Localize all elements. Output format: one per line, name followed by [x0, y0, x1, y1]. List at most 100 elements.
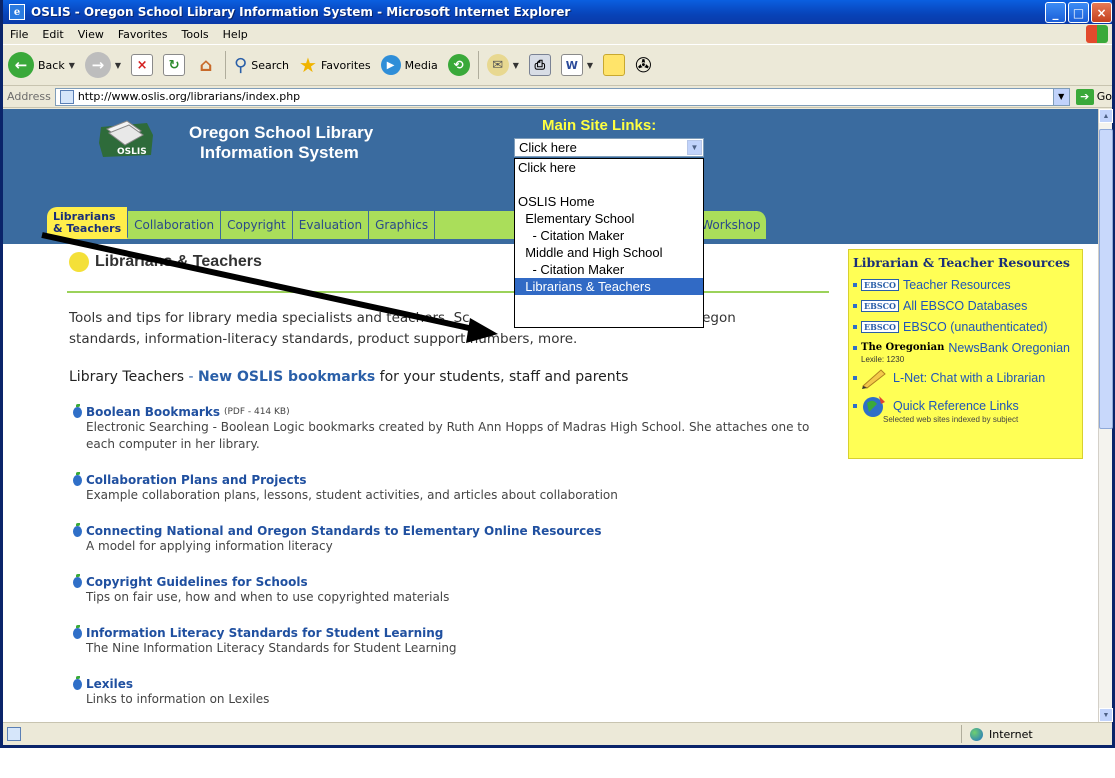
dropdown-option[interactable]: Middle and High School	[515, 244, 703, 261]
back-button[interactable]: ← Back ▼	[3, 48, 80, 82]
note-icon	[603, 54, 626, 76]
back-label: Back	[38, 58, 65, 72]
sidebar-link-label[interactable]: Teacher Resources	[903, 278, 1011, 292]
chevron-down-icon[interactable]: ▼	[115, 61, 121, 70]
sidebar-links: EBSCO Teacher Resources EBSCO All EBSCO Dat…	[853, 274, 1082, 424]
search-button[interactable]: ⚲ Search	[229, 48, 294, 82]
library-teachers-line: Library Teachers - New OSLIS bookmarks f…	[69, 369, 628, 385]
dropdown-option[interactable]	[515, 176, 703, 193]
sidebar-link[interactable]: EBSCO All EBSCO Databases	[853, 295, 1082, 316]
title-bullet-icon	[69, 252, 89, 272]
chevron-down-icon[interactable]: ▼	[587, 61, 593, 70]
item-title[interactable]: Lexiles	[86, 677, 133, 691]
dropdown-option[interactable]: - Citation Maker	[515, 227, 703, 244]
file-size: (PDF - 414 KB)	[223, 407, 290, 417]
chevron-down-icon[interactable]: ▼	[513, 61, 519, 70]
scroll-thumb[interactable]	[1099, 129, 1113, 429]
dropdown-option[interactable]: Elementary School	[515, 210, 703, 227]
oslis-logo[interactable]: OSLIS	[97, 115, 157, 159]
chevron-down-icon[interactable]: ▼	[69, 61, 75, 70]
sidebar-link-label[interactable]: NewsBank Oregonian	[948, 341, 1070, 355]
toolbar-separator	[225, 51, 227, 79]
tab-collaboration[interactable]: Collaboration	[128, 211, 222, 239]
item-link[interactable]: Copyright Guidelines for Schools	[73, 573, 813, 589]
media-button[interactable]: ▶ Media	[376, 48, 443, 82]
address-input[interactable]: http://www.oslis.org/librarians/index.ph…	[54, 87, 1070, 106]
bullet-icon	[853, 345, 857, 350]
item-link[interactable]: Collaboration Plans and Projects	[73, 471, 813, 487]
dropdown-option[interactable]: Click here	[515, 159, 703, 176]
item-link[interactable]: Connecting National and Oregon Standards…	[73, 522, 813, 538]
tab-graphics[interactable]: Graphics	[369, 211, 436, 239]
sidebar-link[interactable]: EBSCO EBSCO (unauthenticated)	[853, 316, 1082, 337]
sidebar-link-label[interactable]: EBSCO (unauthenticated)	[903, 320, 1048, 334]
forward-button[interactable]: → ▼	[80, 48, 126, 82]
tab-workshop[interactable]: Workshop	[695, 211, 768, 239]
item-title[interactable]: Boolean Bookmarks	[86, 405, 220, 419]
ebsco-logo: EBSCO	[861, 278, 899, 291]
dropdown-option[interactable]: Librarians & Teachers	[515, 278, 703, 295]
window-title: OSLIS - Oregon School Library Informatio…	[31, 5, 571, 19]
home-button[interactable]: ⌂	[190, 48, 222, 82]
sidebar-link[interactable]: L-Net: Chat with a Librarian	[853, 364, 1082, 392]
item-title[interactable]: Collaboration Plans and Projects	[86, 473, 307, 487]
sidebar-link-label[interactable]: All EBSCO Databases	[903, 299, 1027, 313]
search-icon: ⚲	[234, 54, 248, 76]
menu-tools[interactable]: Tools	[175, 28, 216, 41]
site-name: Oregon School Library Information System	[189, 123, 373, 163]
menu-favorites[interactable]: Favorites	[111, 28, 175, 41]
item-title[interactable]: Information Literacy Standards for Stude…	[86, 626, 443, 640]
menu-view[interactable]: View	[71, 28, 111, 41]
scroll-down-icon[interactable]: ▼	[1099, 708, 1113, 722]
media-label: Media	[404, 58, 438, 72]
history-button[interactable]: ⟲	[443, 48, 475, 82]
item-link[interactable]: Information Literacy Standards for Stude…	[73, 624, 813, 640]
item-link[interactable]: Lexiles	[73, 675, 813, 691]
discuss-button[interactable]	[598, 48, 630, 82]
item-title[interactable]: Copyright Guidelines for Schools	[86, 575, 308, 589]
minimize-button[interactable]: _	[1045, 2, 1066, 23]
dropdown-option[interactable]: OSLIS Home	[515, 193, 703, 210]
vertical-scrollbar[interactable]: ▲ ▼	[1098, 109, 1113, 722]
tab-copyright[interactable]: Copyright	[221, 211, 293, 239]
menu-help[interactable]: Help	[216, 28, 255, 41]
edit-button[interactable]: W ▼	[556, 48, 598, 82]
tab-evaluation[interactable]: Evaluation	[292, 211, 370, 239]
chevron-down-icon[interactable]: ▼	[687, 140, 702, 155]
globe-icon	[970, 727, 983, 741]
dropdown-option[interactable]: - Citation Maker	[515, 261, 703, 278]
menu-file[interactable]: File	[3, 28, 35, 41]
main-links-select[interactable]: Click here ▼	[514, 138, 704, 157]
go-button[interactable]: ➔ Go	[1075, 88, 1112, 105]
favorites-button[interactable]: ★ Favorites	[294, 48, 376, 82]
mail-icon: ✉	[486, 54, 509, 76]
refresh-button[interactable]: ↻	[158, 48, 190, 82]
close-button[interactable]: ×	[1091, 2, 1112, 23]
resources-sidebar: Librarian & Teacher Resources EBSCO Teach…	[848, 249, 1083, 459]
page-icon	[59, 89, 74, 104]
tab-librarians-teachers[interactable]: Librarians & Teachers	[47, 207, 129, 239]
list-item: Boolean Bookmarks (PDF - 414 KB) Electroni…	[73, 403, 813, 453]
sidebar-note: Lexile: 1230	[861, 355, 905, 364]
stop-button[interactable]: ×	[126, 48, 158, 82]
apple-bullet-icon	[73, 403, 82, 418]
title-bar[interactable]: e OSLIS - Oregon School Library Informat…	[3, 0, 1112, 24]
menu-bar: File Edit View Favorites Tools Help	[3, 24, 1112, 44]
item-title[interactable]: Connecting National and Oregon Standards…	[86, 524, 601, 538]
sidebar-link-label[interactable]: Quick Reference Links	[893, 399, 1019, 413]
bookmarks-link[interactable]: New OSLIS bookmarks	[198, 369, 375, 385]
menu-edit[interactable]: Edit	[35, 28, 70, 41]
oregonian-logo: The Oregonian	[861, 342, 945, 353]
chevron-down-icon[interactable]: ▼	[1052, 88, 1069, 105]
main-links-label: Main Site Links:	[542, 117, 657, 134]
scroll-up-icon[interactable]: ▲	[1099, 109, 1113, 123]
messenger-button[interactable]: ✇	[630, 48, 657, 82]
mail-button[interactable]: ✉ ▼	[482, 48, 524, 82]
item-link[interactable]: Boolean Bookmarks (PDF - 414 KB)	[73, 403, 813, 419]
main-links-dropdown: Click here OSLIS Home Elementary School -…	[514, 158, 704, 328]
print-button[interactable]: ⎙	[524, 48, 556, 82]
star-icon: ★	[299, 53, 317, 77]
sidebar-link-label[interactable]: L-Net: Chat with a Librarian	[893, 371, 1045, 385]
maximize-button[interactable]: □	[1068, 2, 1089, 23]
sidebar-link[interactable]: EBSCO Teacher Resources	[853, 274, 1082, 295]
